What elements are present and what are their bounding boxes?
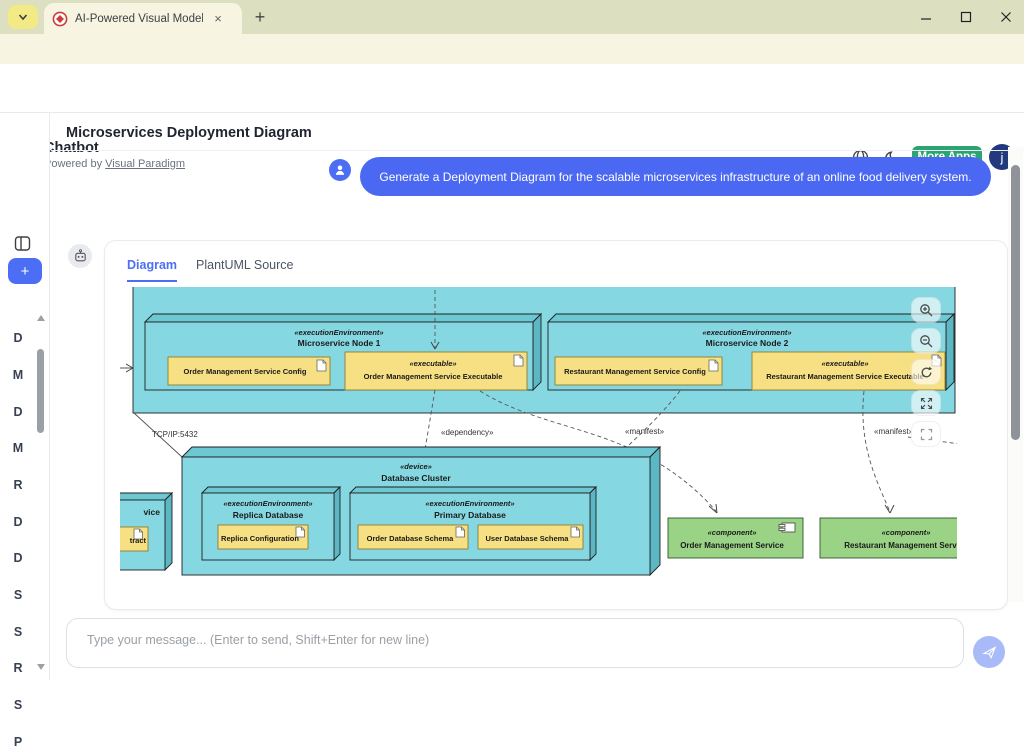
title-divider	[51, 150, 1024, 151]
primary-stereotype: «executionEnvironment»	[425, 499, 514, 508]
sidebar-scroll-up-icon[interactable]	[37, 315, 45, 321]
window-close-button[interactable]	[994, 6, 1018, 28]
sidebar-item[interactable]: M	[0, 441, 36, 455]
artifact-restaurant-config: Restaurant Management Service Config	[564, 367, 706, 376]
component-restaurant-management: «component» Restaurant Management Servic…	[820, 518, 957, 558]
send-plane-icon	[982, 645, 997, 660]
expand-arrows-icon	[919, 396, 934, 411]
device-name: Database Cluster	[381, 473, 451, 483]
window-minimize-button[interactable]	[914, 6, 938, 28]
close-icon	[1000, 11, 1012, 23]
user-message-avatar	[329, 159, 351, 181]
edge-label-dependency: «dependency»	[441, 428, 494, 437]
bot-avatar	[68, 244, 92, 268]
message-input[interactable]	[66, 618, 964, 668]
artifact-order-exec-name: Order Management Service Executable	[364, 372, 503, 381]
sidebar-toggle-icon[interactable]	[14, 235, 31, 252]
tab-search-button[interactable]	[8, 5, 38, 29]
reset-icon	[919, 365, 934, 380]
zoom-in-icon	[919, 303, 934, 318]
tab-close-icon[interactable]: ×	[209, 10, 227, 28]
component2-stereotype: «component»	[882, 528, 931, 537]
sidebar: + D M D M R D D S S R S P	[0, 113, 50, 680]
expand-button[interactable]	[911, 390, 941, 416]
sidebar-item[interactable]: R	[0, 661, 36, 675]
sidebar-item[interactable]: D	[0, 515, 36, 529]
new-tab-button[interactable]: +	[248, 6, 272, 30]
node-clipped-left: vice tract	[120, 493, 172, 570]
replica-name: Replica Database	[233, 510, 304, 520]
browser-tab-strip: AI-Powered Visual Modeling Ch × +	[0, 0, 1024, 34]
deployment-diagram: «executionEnvironment» Microservice Node…	[120, 287, 957, 600]
artifact-order-schema: Order Database Schema	[367, 534, 455, 543]
app-header: Chatbot Powered by Visual Paradigm More …	[0, 64, 1024, 113]
user-message-bubble: Generate a Deployment Diagram for the sc…	[360, 157, 991, 196]
component1-name: Order Management Service	[680, 541, 784, 550]
node-database-cluster: «device» Database Cluster «executionEnvi…	[182, 447, 660, 575]
primary-name: Primary Database	[434, 510, 506, 520]
new-chat-button[interactable]: +	[8, 258, 42, 284]
artifact-restaurant-exec-name: Restaurant Management Service Executable	[766, 372, 924, 381]
sidebar-item[interactable]: S	[0, 625, 36, 639]
sidebar-item[interactable]: D	[0, 405, 36, 419]
component1-stereotype: «component»	[708, 528, 757, 537]
component-order-management: «component» Order Management Service	[668, 518, 803, 558]
zoom-out-icon	[919, 334, 934, 349]
visual-paradigm-link[interactable]: Visual Paradigm	[105, 158, 185, 170]
artifact-user-schema: User Database Schema	[486, 534, 570, 543]
artifact-order-config: Order Management Service Config	[184, 367, 307, 376]
component2-name: Restaurant Management Service	[844, 541, 957, 550]
window-maximize-button[interactable]	[954, 6, 978, 28]
edge-label-manifest-1: «manifest»	[625, 427, 665, 436]
sidebar-scroll-down-icon[interactable]	[37, 664, 45, 670]
powered-by: Powered by Visual Paradigm	[44, 158, 185, 170]
fullscreen-button[interactable]	[911, 421, 941, 447]
person-icon	[333, 163, 347, 177]
sidebar-item[interactable]: M	[0, 368, 36, 382]
artifact-restaurant-exec-stereotype: «executable»	[821, 359, 868, 368]
maximize-icon	[960, 11, 972, 23]
robot-icon	[73, 249, 88, 264]
edge-label-manifest-2: «manifest»	[874, 427, 914, 436]
browser-tab[interactable]: AI-Powered Visual Modeling Ch ×	[44, 3, 242, 34]
sidebar-item[interactable]: P	[0, 735, 36, 749]
tab-title: AI-Powered Visual Modeling Ch	[75, 13, 203, 25]
sidebar-item[interactable]: S	[0, 698, 36, 712]
edge-label-tcp: TCP/IP:5432	[152, 430, 198, 439]
replica-stereotype: «executionEnvironment»	[223, 499, 312, 508]
zoom-in-button[interactable]	[911, 297, 941, 323]
sidebar-item[interactable]: D	[0, 331, 36, 345]
sidebar-item[interactable]: D	[0, 551, 36, 565]
sidebar-item[interactable]: R	[0, 478, 36, 492]
clipped-node-label: vice	[143, 507, 160, 517]
node2-stereotype: «executionEnvironment»	[702, 328, 791, 337]
node-microservice-1: «executionEnvironment» Microservice Node…	[145, 314, 541, 390]
zoom-out-button[interactable]	[911, 328, 941, 354]
send-button[interactable]	[973, 636, 1005, 668]
node-microservice-2: «executionEnvironment» Microservice Node…	[548, 314, 954, 390]
minimize-icon	[920, 11, 932, 23]
tab-plantuml-source[interactable]: PlantUML Source	[196, 258, 294, 280]
main-scrollbar-thumb[interactable]	[1011, 165, 1020, 440]
node1-stereotype: «executionEnvironment»	[294, 328, 383, 337]
sidebar-item[interactable]: S	[0, 588, 36, 602]
node2-name: Microservice Node 2	[706, 338, 789, 348]
reset-zoom-button[interactable]	[911, 359, 941, 385]
device-stereotype: «device»	[400, 462, 432, 471]
visual-paradigm-favicon	[52, 11, 68, 27]
chevron-down-icon	[17, 11, 29, 23]
node1-name: Microservice Node 1	[298, 338, 381, 348]
sidebar-scrollbar-thumb[interactable]	[37, 349, 44, 433]
page-title: Microservices Deployment Diagram	[66, 125, 312, 141]
fullscreen-icon	[919, 427, 934, 442]
artifact-order-exec-stereotype: «executable»	[409, 359, 456, 368]
diagram-viewport[interactable]: «executionEnvironment» Microservice Node…	[120, 287, 957, 600]
artifact-replica-config: Replica Configuration	[221, 534, 299, 543]
browser-toolbar: ← → ai-toolbox.visual-paradigm.com/app/c…	[0, 34, 1024, 64]
app-title: Chatbot	[44, 140, 99, 156]
tab-diagram[interactable]: Diagram	[127, 258, 177, 282]
